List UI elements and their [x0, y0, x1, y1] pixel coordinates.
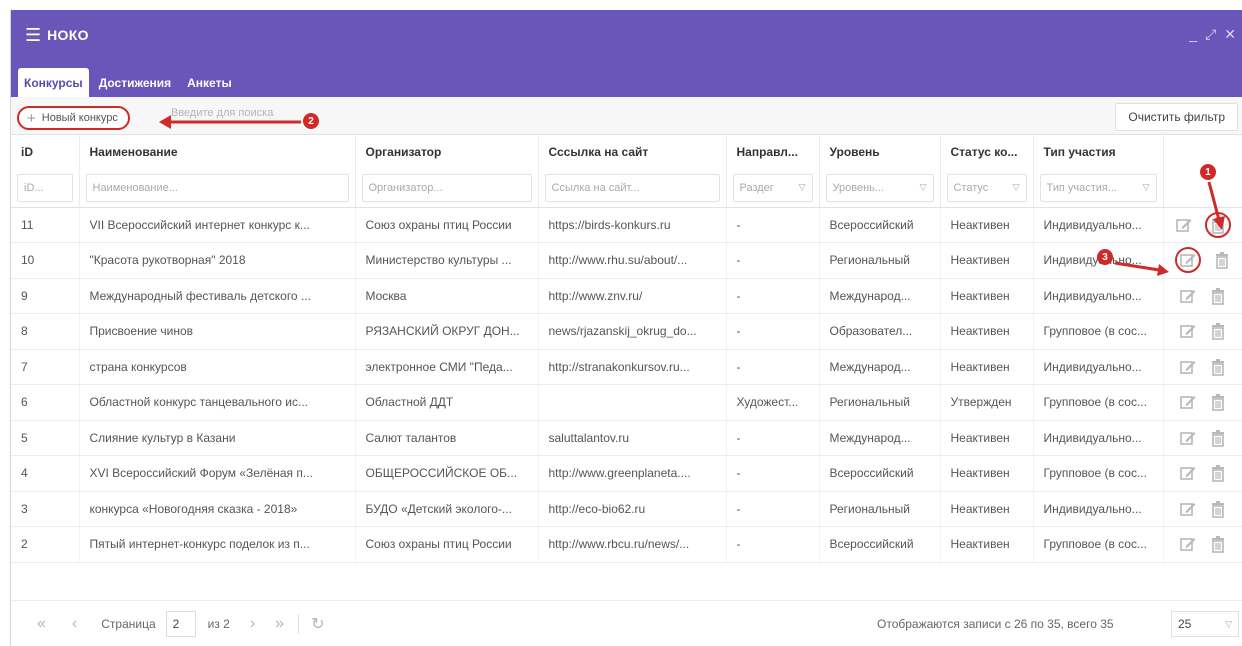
- app-window: ☰ НОКО _ ⤢ ✕ Конкурсы Достижения Анкеты …: [10, 10, 1242, 646]
- annotation-arrows: [159, 115, 1225, 276]
- annotation-badge: 3: [1097, 249, 1113, 265]
- annotation-badge: 2: [303, 113, 319, 129]
- annotation-badge: 1: [1200, 164, 1216, 180]
